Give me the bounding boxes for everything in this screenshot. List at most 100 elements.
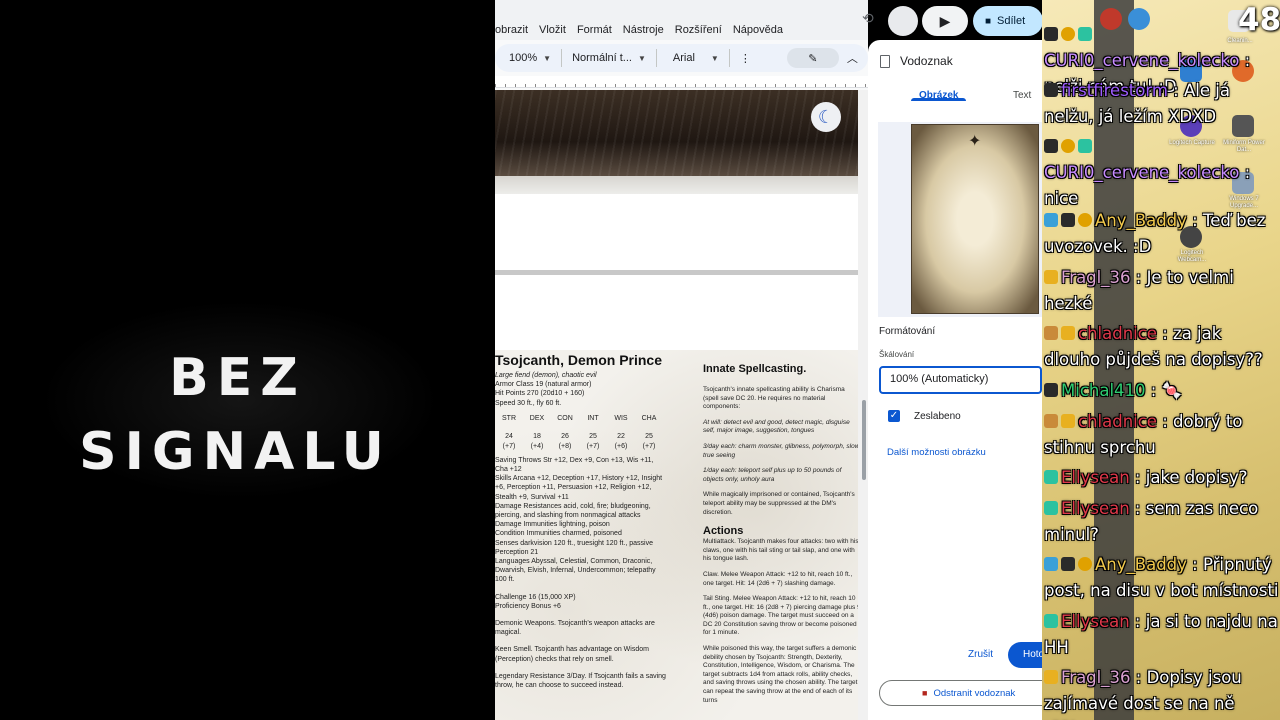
chat-message: Any_Baddy : Připnutý post, na disu v bot… [1044, 555, 1279, 600]
font-select[interactable]: Arial ▼ [661, 47, 725, 69]
armor-class: Armor Class 19 (natural armor) [495, 381, 592, 389]
more-options-button[interactable]: ⋮ [734, 47, 757, 69]
subscriber-badge-icon [1044, 501, 1058, 515]
condition-immunities: Condition Immunities charmed, poisoned [495, 530, 622, 538]
style-value: Normální t... [572, 52, 632, 64]
formatting-toolbar: 100% ▼ Normální t... ▼ Arial ▼ ⋮ ✎ ︿ [495, 44, 868, 72]
statblock-subtitle: Large fiend (demon), chaotic evil [495, 372, 597, 379]
hide-menus-button[interactable]: ︿ [841, 47, 864, 69]
document-body[interactable]: Tsojcanth, Demon Prince Large fiend (dem… [495, 350, 858, 720]
page-blank-area[interactable] [495, 194, 858, 270]
faded-option[interactable]: ✓ Zeslabeno [888, 410, 961, 422]
done-button[interactable]: Hotovo [1008, 642, 1042, 668]
menu-format[interactable]: Formát [577, 24, 612, 36]
moderator-badge-icon [1044, 139, 1058, 153]
scrollbar[interactable] [858, 90, 868, 720]
formatting-heading: Formátování [879, 326, 936, 337]
chat-message: Ellysean : ja si to najdu na HH [1044, 612, 1278, 657]
spells-3-day: 3/day each: charm monster, glibness, pol… [703, 442, 858, 459]
zoom-select[interactable]: 100% ▼ [503, 47, 557, 69]
menu-tools[interactable]: Nástroje [623, 24, 664, 36]
scrollbar-thumb[interactable] [862, 400, 866, 480]
cancel-button[interactable]: Zrušit [968, 649, 993, 660]
faded-label: Zeslabeno [914, 410, 961, 422]
tab-text[interactable]: Text [1013, 84, 1031, 101]
font-value: Arial [672, 52, 695, 64]
chat-message: firstfirestorm : Ale já nelžu, já ležím … [1044, 81, 1230, 126]
chat-username: Any_Baddy [1095, 211, 1187, 230]
watermark-image-preview[interactable]: ✦ [911, 124, 1039, 314]
docs-actions: ⟲ ▶ ■ Sdílet [858, 6, 1048, 36]
chat-text: jake dopisy? [1145, 468, 1248, 487]
panel-title: Vodoznak [900, 54, 953, 68]
no-signal-text-line1: BEZ [169, 348, 306, 408]
gift-badge-icon [1044, 414, 1058, 428]
stat-value: 26 [561, 432, 569, 440]
remove-watermark-button[interactable]: ■ Odstranit vodoznak [879, 680, 1042, 706]
ability-scores: STR DEX CON INT WIS CHA 24 18 26 25 22 2… [495, 414, 667, 452]
saving-throws: Saving Throws Str +12, Dex +9, Con +13, … [495, 456, 654, 474]
chat-username: firstfirestorm [1061, 81, 1168, 100]
pencil-icon: ✎ [808, 52, 818, 65]
tab-image[interactable]: Obrázek [910, 84, 968, 101]
skills: Skills Arcana +12, Deception +17, Histor… [495, 475, 663, 501]
action-claw: Claw. Melee Weapon Attack: +12 to hit, r… [703, 570, 853, 587]
scale-input[interactable]: 100% (Automaticky) [879, 366, 1042, 394]
stat-modifier: (+7) [586, 442, 600, 450]
stat-header: CON [557, 414, 573, 422]
style-select[interactable]: Normální t... ▼ [566, 47, 652, 69]
meet-button[interactable]: ▶ [922, 6, 968, 36]
chat-username: Ellysean [1061, 499, 1130, 518]
chat-text: nice [1044, 189, 1079, 208]
menu-extensions[interactable]: Rozšíření [675, 24, 722, 36]
header-image: ☾ [495, 90, 858, 176]
chat-message: Fragl_36 : Dopisy jsou zajímavé dost se … [1044, 665, 1280, 720]
menu-view[interactable]: obrazit [495, 24, 528, 36]
chevron-down-icon: ▼ [543, 53, 552, 63]
spells-1-day: 1/day each: teleport self plus up to 50 … [703, 467, 842, 483]
actions-heading: Actions [703, 525, 744, 538]
trait-keen-smell: Keen Smell. Tsojcanth has advantage on W… [495, 646, 649, 663]
chat-username: chladnice [1078, 324, 1157, 343]
moon-icon[interactable]: ☾ [811, 102, 841, 132]
faded-checkbox[interactable]: ✓ [888, 410, 900, 422]
statblock-column-1: Tsojcanth, Demon Prince Large fiend (dem… [495, 352, 667, 690]
no-signal-panel: BEZ SIGNALU [0, 0, 495, 720]
menu-insert[interactable]: Vložit [539, 24, 566, 36]
page-header-strip [495, 176, 858, 194]
share-label: Sdílet [997, 15, 1026, 27]
trait-legendary-resistance: Legendary Resistance 3/Day. If Tsojcanth… [495, 672, 666, 690]
avatar[interactable] [888, 6, 918, 36]
chat-username: chladnice [1078, 412, 1157, 431]
edit-mode-button[interactable]: ✎ [786, 48, 839, 68]
chat-message: CURI0_cervene_kolecko : nice [1044, 134, 1280, 212]
chevron-down-icon: ▼ [637, 53, 646, 63]
languages: Languages Abyssal, Celestial, Common, Dr… [495, 558, 656, 584]
chat-username: CURI0_cervene_kolecko [1044, 51, 1240, 70]
docs-editor: obrazit Vložit Formát Nástroje Rozšíření… [495, 0, 868, 720]
share-button[interactable]: ■ Sdílet [973, 6, 1043, 36]
stat-modifier: (+4) [530, 442, 544, 450]
chat-message: Fragl_36 : Je to velmi hezké [1044, 268, 1234, 313]
history-icon[interactable]: ⟲ [862, 10, 882, 30]
menu-help[interactable]: Nápověda [733, 24, 783, 36]
stat-header: WIS [614, 414, 628, 422]
ruler[interactable] [495, 76, 868, 88]
chat-username: Fragl_36 [1061, 668, 1131, 687]
stat-modifier: (+7) [642, 442, 656, 450]
statblock-column-2: Innate Spellcasting. Tsojcanth's innate … [703, 362, 858, 712]
trait-demonic-weapons: Demonic Weapons. Tsojcanth's weapon atta… [495, 620, 655, 637]
toolbar-divider [728, 49, 730, 67]
panel-header: Vodoznak [880, 54, 953, 68]
toolbar-divider [561, 49, 563, 67]
stat-value: 25 [589, 432, 597, 440]
poison-note: While poisoned this way, the target suff… [703, 645, 858, 704]
chat-text: 🍬 [1161, 381, 1183, 400]
page-top[interactable] [495, 275, 858, 350]
stat-modifier: (+6) [614, 442, 628, 450]
moderator-badge-icon [1044, 83, 1058, 97]
lock-icon: ■ [985, 15, 992, 27]
no-signal-text-line2: SIGNALU [79, 422, 392, 482]
stat-value: 25 [645, 432, 653, 440]
more-image-options-link[interactable]: Další možnosti obrázku [887, 447, 986, 458]
